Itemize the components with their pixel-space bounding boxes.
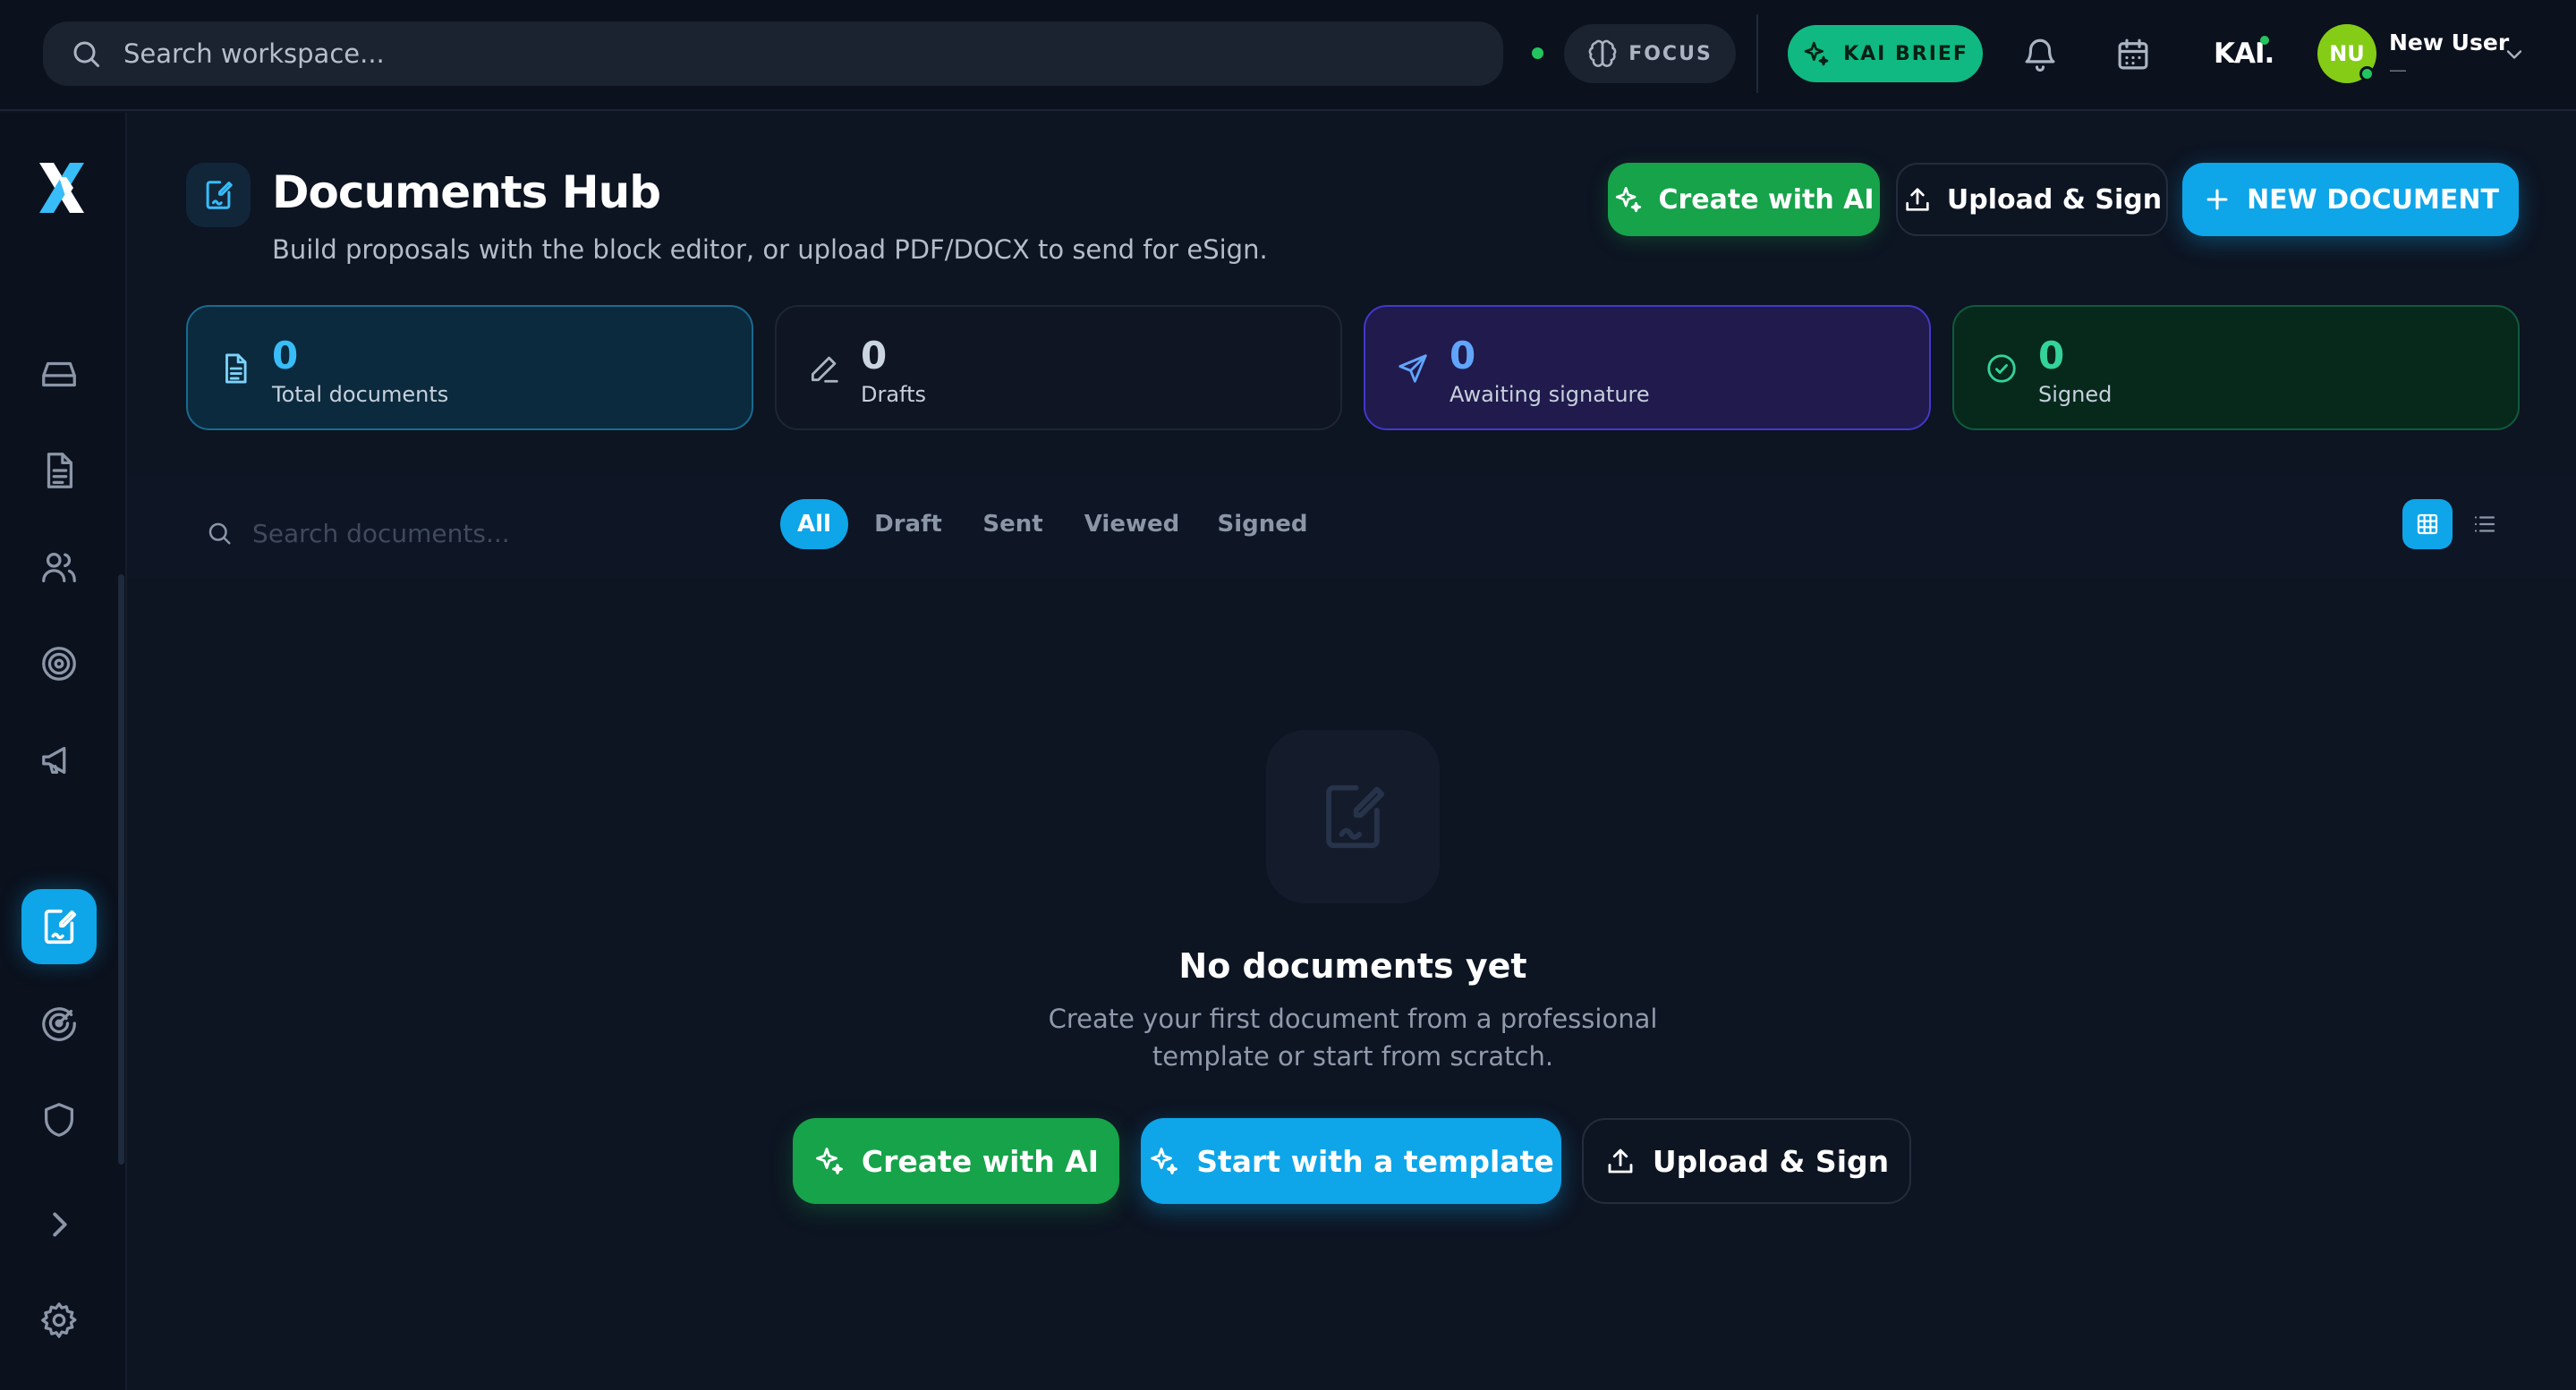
- stat-card-awaiting[interactable]: 0 Awaiting signature: [1364, 305, 1931, 430]
- new-document-label: NEW DOCUMENT: [2247, 183, 2499, 216]
- users-icon: [42, 552, 76, 582]
- online-indicator: [2359, 66, 2375, 81]
- bell-icon[interactable]: [2021, 36, 2059, 73]
- search-icon: [208, 522, 231, 545]
- grid-view-button[interactable]: [2402, 499, 2453, 549]
- empty-upload-sign-button[interactable]: Upload & Sign: [1582, 1118, 1911, 1204]
- sidebar-item-tracking[interactable]: [21, 986, 97, 1061]
- target-icon: [42, 647, 76, 681]
- empty-create-with-ai-button[interactable]: Create with AI: [793, 1118, 1119, 1204]
- empty-state-description: Create your first document from a profes…: [1048, 1004, 1658, 1072]
- empty-state-title: No documents yet: [1178, 946, 1527, 986]
- start-with-template-button[interactable]: Start with a template: [1141, 1118, 1561, 1204]
- upload-icon: [1906, 188, 1929, 211]
- brain-icon: [1588, 39, 1617, 67]
- pencil-icon: [811, 356, 838, 383]
- stat-value: 0: [1450, 334, 1476, 377]
- shield-icon: [44, 1103, 74, 1137]
- top-bar: Search workspace... FOCUS KAI BRIEF KAI.…: [0, 0, 2576, 111]
- stat-card-signed[interactable]: 0 Signed: [1952, 305, 2520, 430]
- page-title: Documents Hub: [272, 166, 661, 218]
- stat-value: 0: [272, 334, 299, 377]
- stat-card-drafts[interactable]: 0 Drafts: [775, 305, 1342, 430]
- stat-label: Total documents: [272, 382, 449, 407]
- sidebar-settings-button[interactable]: [21, 1283, 97, 1358]
- workspace-search-placeholder: Search workspace...: [123, 38, 385, 69]
- upload-icon: [1608, 1148, 1633, 1174]
- sidebar-item-security[interactable]: [21, 1082, 97, 1157]
- workspace-search[interactable]: Search workspace...: [43, 21, 1503, 86]
- filter-tab-all[interactable]: All: [780, 499, 848, 549]
- list-icon: [2474, 516, 2495, 532]
- chevron-down-icon[interactable]: [2502, 42, 2527, 67]
- filter-tab-draft[interactable]: Draft: [868, 499, 948, 549]
- radar-icon: [42, 1007, 76, 1041]
- stat-value: 0: [2038, 334, 2065, 377]
- new-document-button[interactable]: NEW DOCUMENT: [2182, 163, 2519, 236]
- user-role: —: [2389, 59, 2407, 81]
- create-with-ai-label: Create with AI: [1658, 183, 1875, 216]
- divider: [1756, 14, 1758, 93]
- stat-label: Signed: [2038, 382, 2113, 407]
- focus-label: FOCUS: [1628, 42, 1713, 65]
- file-signature-icon: [1326, 784, 1385, 849]
- calendar-icon[interactable]: [2114, 36, 2152, 73]
- sidebar: [0, 113, 127, 1390]
- sidebar-expand-button[interactable]: [21, 1187, 97, 1262]
- sidebar-item-campaigns[interactable]: [21, 723, 97, 798]
- upload-sign-label: Upload & Sign: [1946, 183, 2163, 216]
- filter-tab-viewed[interactable]: Viewed: [1077, 499, 1186, 549]
- filter-tab-sent[interactable]: Sent: [975, 499, 1050, 549]
- sparkles-icon: [1616, 186, 1642, 213]
- filter-tab-signed[interactable]: Signed: [1215, 499, 1310, 549]
- page-subtitle: Build proposals with the block editor, o…: [272, 234, 1268, 265]
- document-search-input[interactable]: [252, 518, 700, 548]
- send-icon: [1399, 354, 1427, 383]
- status-dot: [1532, 47, 1543, 59]
- kai-brief-button[interactable]: KAI BRIEF: [1788, 25, 1983, 82]
- file-signature-icon: [44, 909, 77, 945]
- inbox-icon: [42, 361, 76, 387]
- document-search[interactable]: [206, 508, 743, 558]
- sparkles-icon: [1151, 1148, 1178, 1174]
- focus-button[interactable]: FOCUS: [1564, 24, 1736, 83]
- upload-sign-button[interactable]: Upload & Sign: [1896, 163, 2168, 236]
- search-icon: [73, 41, 99, 67]
- sidebar-item-inbox[interactable]: [21, 336, 97, 411]
- list-view-button[interactable]: [2460, 499, 2510, 549]
- sidebar-item-notes[interactable]: [21, 433, 97, 508]
- sidebar-logout-button[interactable]: [21, 1379, 97, 1390]
- file-text-icon: [225, 353, 247, 384]
- plus-icon: [2206, 189, 2228, 210]
- empty-upload-sign-label: Upload & Sign: [1652, 1143, 1890, 1179]
- user-name[interactable]: New User: [2389, 30, 2509, 55]
- stat-card-total[interactable]: 0 Total documents: [186, 305, 753, 430]
- stat-label: Drafts: [861, 382, 926, 407]
- sparkles-icon: [1804, 41, 1829, 66]
- grid-icon: [2417, 513, 2438, 535]
- file-signature-icon: [206, 181, 233, 209]
- sidebar-item-documents[interactable]: [21, 889, 97, 964]
- megaphone-icon: [42, 746, 66, 775]
- page-icon: [186, 163, 251, 227]
- check-circle-icon: [1987, 354, 2016, 383]
- start-with-template-label: Start with a template: [1196, 1143, 1554, 1179]
- empty-state-icon: [1266, 730, 1440, 903]
- sparkles-icon: [815, 1148, 843, 1174]
- app-logo-icon[interactable]: [32, 156, 91, 220]
- sidebar-item-goals[interactable]: [21, 626, 97, 701]
- sidebar-scrollbar[interactable]: [118, 574, 124, 1165]
- kai-brief-label: KAI BRIEF: [1843, 42, 1968, 65]
- empty-create-with-ai-label: Create with AI: [861, 1143, 1100, 1179]
- file-text-icon: [47, 453, 73, 488]
- sidebar-item-contacts[interactable]: [21, 530, 97, 605]
- stat-label: Awaiting signature: [1450, 382, 1650, 407]
- create-with-ai-button[interactable]: Create with AI: [1608, 163, 1880, 236]
- gear-icon: [41, 1302, 77, 1338]
- chevron-right-icon: [53, 1212, 67, 1237]
- kai-status-dot: [2260, 36, 2269, 45]
- stat-value: 0: [861, 334, 888, 377]
